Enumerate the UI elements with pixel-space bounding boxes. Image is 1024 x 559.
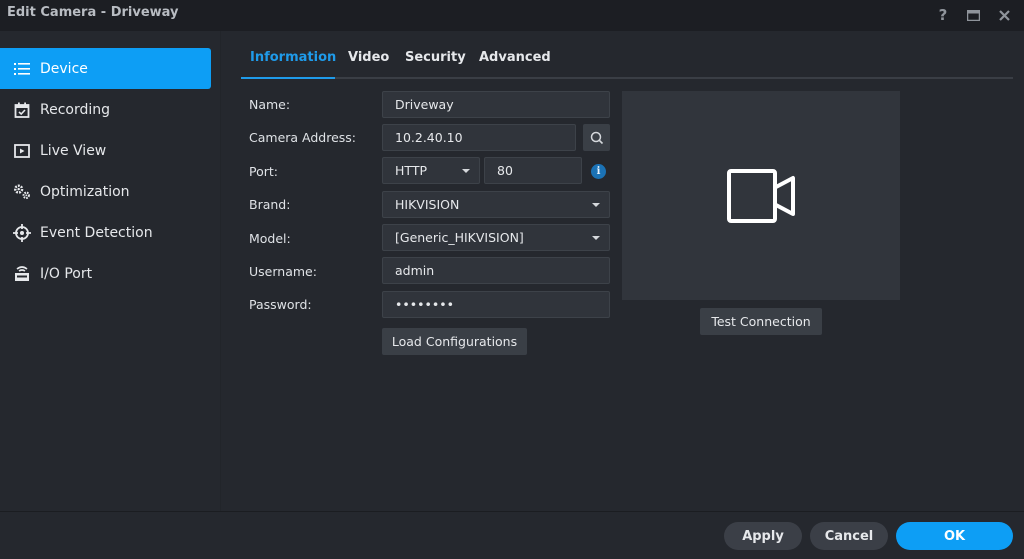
tab-security[interactable]: Security <box>405 50 466 65</box>
model-label: Model: <box>249 231 291 246</box>
sidebar-item-label: Device <box>40 60 88 77</box>
close-icon <box>998 9 1010 21</box>
test-connection-button[interactable]: Test Connection <box>700 308 822 335</box>
window-title: Edit Camera - Driveway <box>7 5 179 20</box>
camera-preview <box>622 91 900 300</box>
io-port-icon <box>13 265 31 283</box>
sidebar-item-device[interactable]: Device <box>0 48 211 89</box>
tab-video[interactable]: Video <box>348 50 389 65</box>
port-input[interactable]: 80 <box>484 157 582 184</box>
camera-address-label: Camera Address: <box>249 130 357 145</box>
brand-label: Brand: <box>249 197 291 212</box>
video-camera-icon <box>727 168 795 223</box>
search-camera-button[interactable] <box>583 124 610 151</box>
apply-button[interactable]: Apply <box>724 522 802 550</box>
name-value: Driveway <box>395 97 454 112</box>
username-input[interactable]: admin <box>382 257 610 284</box>
sidebar: Device Recording Live View Optimization … <box>0 31 221 511</box>
sidebar-item-label: Recording <box>40 101 111 118</box>
sidebar-item-label: Live View <box>40 142 107 159</box>
active-tab-indicator <box>241 77 335 79</box>
username-label: Username: <box>249 264 317 279</box>
tab-advanced[interactable]: Advanced <box>479 50 551 65</box>
camera-address-input[interactable]: 10.2.40.10 <box>382 124 576 151</box>
sidebar-item-event-detection[interactable]: Event Detection <box>0 212 211 253</box>
camera-address-value: 10.2.40.10 <box>395 130 463 145</box>
cancel-button[interactable]: Cancel <box>810 522 888 550</box>
chevron-down-icon <box>462 169 470 173</box>
title-bar: Edit Camera - Driveway ? <box>0 0 1024 31</box>
sidebar-item-recording[interactable]: Recording <box>0 89 211 130</box>
sidebar-item-optimization[interactable]: Optimization <box>0 171 211 212</box>
name-input[interactable]: Driveway <box>382 91 610 118</box>
sidebar-item-label: Optimization <box>40 183 130 200</box>
sidebar-item-live-view[interactable]: Live View <box>0 130 211 171</box>
close-button[interactable] <box>993 4 1015 26</box>
port-value: 80 <box>497 163 513 178</box>
calendar-check-icon <box>13 101 31 119</box>
model-value: [Generic_HIKVISION] <box>395 230 524 245</box>
dialog-footer: Apply Cancel OK <box>0 511 1024 559</box>
chevron-down-icon <box>592 203 600 207</box>
sidebar-item-label: I/O Port <box>40 265 93 282</box>
chevron-down-icon <box>592 236 600 240</box>
maximize-button[interactable] <box>962 4 984 26</box>
password-label: Password: <box>249 297 312 312</box>
brand-value: HIKVISION <box>395 197 460 212</box>
tab-bar: Information Video Security Advanced <box>241 41 1013 79</box>
model-select[interactable]: [Generic_HIKVISION] <box>382 224 610 251</box>
password-value: •••••••• <box>395 297 454 312</box>
port-label: Port: <box>249 164 278 179</box>
info-icon[interactable]: i <box>591 164 606 179</box>
brand-select[interactable]: HIKVISION <box>382 191 610 218</box>
main-panel: Information Video Security Advanced Name… <box>221 31 1024 511</box>
sidebar-item-io-port[interactable]: I/O Port <box>0 253 211 294</box>
ok-button[interactable]: OK <box>896 522 1013 550</box>
crosshair-icon <box>13 223 31 242</box>
gears-icon <box>13 183 31 201</box>
tab-information[interactable]: Information <box>250 50 336 65</box>
load-configurations-button[interactable]: Load Configurations <box>382 328 527 355</box>
help-icon: ? <box>938 6 948 24</box>
protocol-select[interactable]: HTTP <box>382 157 480 184</box>
help-button[interactable]: ? <box>932 4 954 26</box>
sidebar-item-label: Event Detection <box>40 224 153 241</box>
password-input[interactable]: •••••••• <box>382 291 610 318</box>
protocol-value: HTTP <box>395 163 427 178</box>
maximize-icon <box>966 9 980 21</box>
play-box-icon <box>13 142 31 160</box>
name-label: Name: <box>249 97 291 112</box>
search-icon <box>590 131 603 144</box>
list-icon <box>13 60 31 78</box>
username-value: admin <box>395 263 435 278</box>
